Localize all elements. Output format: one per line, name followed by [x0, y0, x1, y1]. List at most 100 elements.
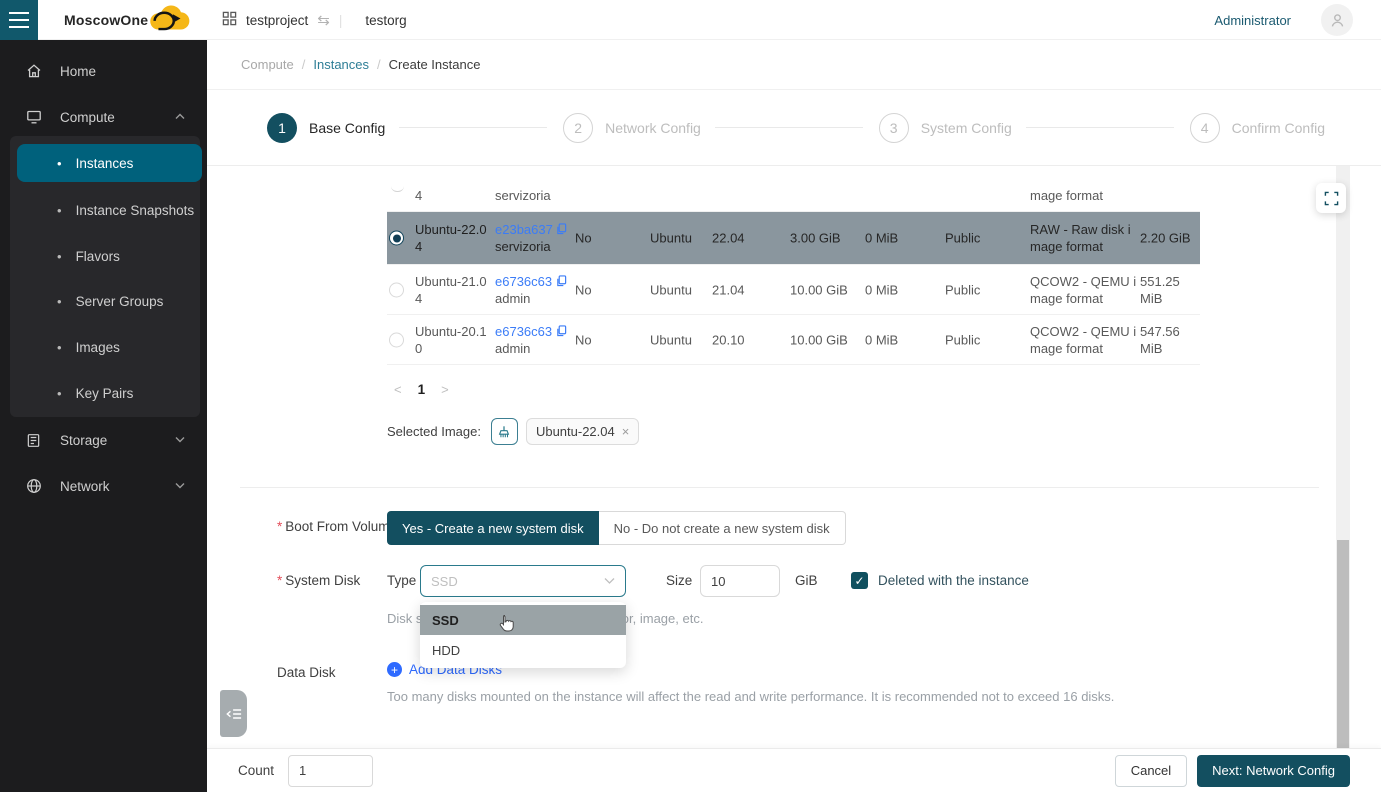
bullet-icon: • — [57, 156, 62, 171]
boot-from-volume-label: *Boot From Volume — [277, 519, 397, 534]
breadcrumb: Compute / Instances / Create Instance — [207, 40, 1381, 90]
avatar[interactable] — [1321, 4, 1353, 36]
disk-type-placeholder: SSD — [431, 574, 604, 589]
top-header: MoscowOne testproject ⇆ | testorg Admini… — [0, 0, 1381, 40]
image-owner: admin — [495, 340, 577, 357]
project-name[interactable]: testproject — [246, 13, 308, 28]
hamburger-menu-button[interactable] — [0, 0, 38, 40]
page-1-button[interactable]: 1 — [418, 382, 426, 397]
step-connector — [715, 127, 863, 128]
pagination: < 1 > — [394, 382, 449, 397]
dropdown-option-hdd[interactable]: HDD — [420, 635, 626, 665]
disk-size-input[interactable] — [700, 565, 780, 597]
selected-image-label: Selected Image: — [387, 424, 481, 439]
user-menu[interactable]: Administrator — [1214, 0, 1291, 40]
breadcrumb-instances[interactable]: Instances — [313, 57, 369, 72]
breadcrumb-compute[interactable]: Compute — [241, 57, 294, 72]
step-connector — [399, 127, 547, 128]
data-disk-help-text: Too many disks mounted on the instance w… — [387, 689, 1114, 704]
sidebar-item-instances[interactable]: • Instances — [17, 144, 202, 182]
clear-selection-button[interactable] — [491, 418, 518, 445]
table-row-partial[interactable]: 4 servizoria mage format — [387, 166, 1200, 212]
image-os: Ubuntu — [650, 230, 692, 247]
sidebar-item-label: Network — [60, 479, 110, 494]
breadcrumb-create-instance: Create Instance — [389, 57, 481, 72]
chevron-down-icon — [175, 435, 185, 446]
image-os-version: 21.04 — [712, 281, 745, 298]
disk-type-select[interactable]: SSD — [420, 565, 626, 597]
prev-page-button[interactable]: < — [394, 382, 402, 397]
size-label: Size — [666, 573, 692, 588]
sidebar-item-label: Home — [60, 64, 96, 79]
scrollbar-thumb[interactable] — [1337, 540, 1349, 748]
image-min-ram: 0 MiB — [865, 281, 898, 298]
sidebar-item-label: Images — [76, 340, 120, 355]
image-format: QCOW2 - QEMU image format — [1030, 323, 1140, 357]
delete-with-instance-checkbox[interactable]: ✓ — [851, 572, 868, 589]
sidebar-item-home[interactable]: Home — [0, 54, 207, 88]
plus-circle-icon: + — [387, 662, 402, 677]
image-name: Ubuntu-22.04 — [415, 221, 491, 255]
bullet-icon: • — [57, 203, 62, 218]
sidebar-item-flavors[interactable]: • Flavors — [17, 237, 202, 275]
image-protected: No — [575, 331, 592, 348]
image-id-link[interactable]: e6736c63 — [495, 324, 552, 339]
step-connector — [1026, 127, 1174, 128]
image-name-fragment: 4 — [415, 188, 422, 203]
copy-icon[interactable] — [556, 223, 567, 235]
section-divider — [240, 487, 1319, 488]
radio-unselected-icon[interactable] — [389, 332, 404, 347]
table-row-ubuntu-2204[interactable]: Ubuntu-22.04 e23ba637 servizoria No Ubun… — [387, 212, 1200, 265]
sidebar-item-key-pairs[interactable]: • Key Pairs — [17, 374, 202, 412]
steps-bar: 1 Base Config 2 Network Config 3 System … — [207, 90, 1381, 166]
table-row-ubuntu-2010[interactable]: Ubuntu-20.10 e6736c63 admin No Ubuntu 20… — [387, 315, 1200, 365]
remove-tag-icon[interactable]: × — [622, 424, 630, 439]
sidebar-item-network[interactable]: Network — [0, 469, 207, 503]
image-min-disk: 3.00 GiB — [790, 230, 841, 247]
chevron-down-icon — [175, 481, 185, 492]
breadcrumb-separator: / — [377, 57, 381, 72]
selected-image-name: Ubuntu-22.04 — [536, 424, 615, 439]
fullscreen-button[interactable] — [1316, 183, 1346, 213]
org-name[interactable]: testorg — [365, 13, 406, 28]
radio-unselected-icon[interactable] — [389, 282, 404, 297]
boot-no-button[interactable]: No - Do not create a new system disk — [599, 511, 846, 545]
cancel-button[interactable]: Cancel — [1115, 755, 1187, 787]
sidebar-item-compute[interactable]: Compute — [0, 100, 207, 134]
sidebar-item-images[interactable]: • Images — [17, 328, 202, 366]
image-min-ram: 0 MiB — [865, 331, 898, 348]
broom-icon — [497, 425, 511, 439]
table-row-ubuntu-2104[interactable]: Ubuntu-21.04 e6736c63 admin No Ubuntu 21… — [387, 265, 1200, 315]
image-visibility: Public — [945, 281, 980, 298]
collapse-panel-handle[interactable] — [220, 690, 247, 737]
count-input[interactable] — [288, 755, 373, 787]
sidebar-item-instance-snapshots[interactable]: • Instance Snapshots — [17, 191, 202, 229]
image-min-disk: 10.00 GiB — [790, 331, 848, 348]
sidebar-item-label: Compute — [60, 110, 115, 125]
boot-yes-button[interactable]: Yes - Create a new system disk — [387, 511, 599, 545]
image-visibility: Public — [945, 331, 980, 348]
image-os-version: 22.04 — [712, 230, 745, 247]
next-page-button[interactable]: > — [441, 382, 449, 397]
image-os-version: 20.10 — [712, 331, 745, 348]
sidebar-item-label: Flavors — [76, 249, 120, 264]
sidebar-item-label: Instances — [76, 156, 134, 171]
dropdown-option-ssd[interactable]: SSD — [420, 605, 626, 635]
copy-icon[interactable] — [556, 275, 567, 287]
image-size: 2.20 GiB — [1140, 230, 1200, 247]
next-network-config-button[interactable]: Next: Network Config — [1197, 755, 1350, 787]
step-3-label: System Config — [921, 120, 1012, 136]
image-id-link[interactable]: e6736c63 — [495, 274, 552, 289]
image-format-fragment: mage format — [1030, 188, 1103, 203]
image-id-link[interactable]: e23ba637 — [495, 222, 553, 237]
sidebar-item-storage[interactable]: Storage — [0, 423, 207, 457]
step-4-label: Confirm Config — [1232, 120, 1325, 136]
radio-selected-icon[interactable] — [389, 231, 404, 246]
image-table: 4 servizoria mage format Ubuntu-22.04 e2… — [387, 166, 1200, 365]
switch-project-icon[interactable]: ⇆ — [317, 11, 330, 29]
person-icon — [1329, 12, 1346, 29]
check-icon: ✓ — [854, 574, 864, 588]
sidebar-item-label: Instance Snapshots — [76, 203, 195, 218]
sidebar-item-server-groups[interactable]: • Server Groups — [17, 282, 202, 320]
copy-icon[interactable] — [556, 325, 567, 337]
